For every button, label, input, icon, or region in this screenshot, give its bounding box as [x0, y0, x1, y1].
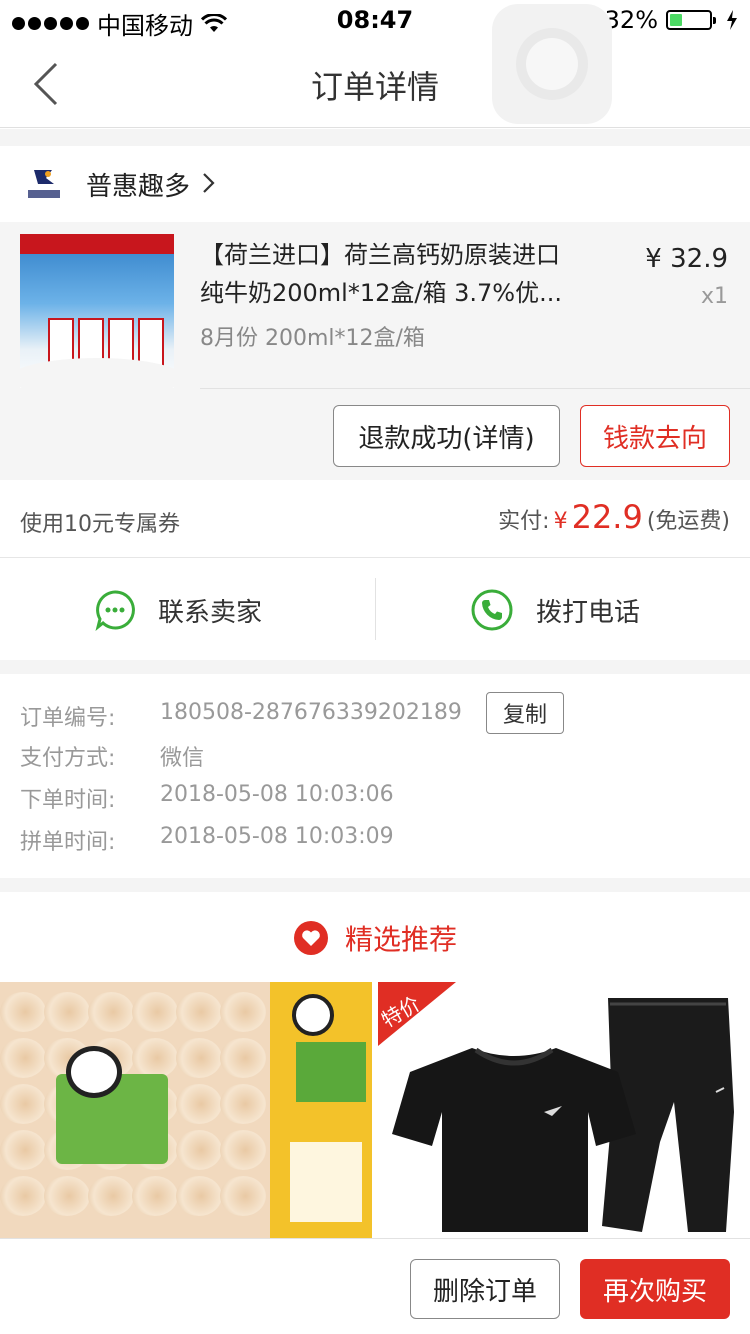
contact-row: 联系卖家 拨打电话	[0, 560, 750, 660]
chat-bubble-icon	[95, 590, 135, 631]
battery-percent: 32%	[604, 6, 658, 34]
buy-again-button[interactable]: 再次购买	[580, 1259, 730, 1319]
delete-order-button[interactable]: 删除订单	[410, 1259, 560, 1319]
recommend-card-tissue[interactable]	[0, 982, 372, 1238]
call-phone-label: 拨打电话	[536, 597, 641, 628]
payment-method-label: 支付方式:	[20, 746, 116, 771]
nav-bar: 订单详情	[0, 40, 750, 128]
coupon-text: 使用10元专属券	[20, 512, 180, 537]
status-bar: 中国移动 08:47 32%	[0, 0, 750, 40]
order-number-row: 订单编号: 180508-287676339202189	[20, 700, 462, 732]
paid-label: 实付:	[498, 509, 550, 534]
paid-amount: 实付: ¥ 22.9 (免运费)	[498, 498, 730, 536]
call-phone-button[interactable]: 拨打电话	[470, 560, 640, 660]
order-time-row: 下单时间: 2018-05-08 10:03:06	[20, 782, 394, 814]
order-time-label: 下单时间:	[20, 788, 116, 813]
recommend-title: 精选推荐	[344, 923, 457, 956]
shipping-note: (免运费)	[646, 509, 730, 534]
product-card: 【荷兰进口】荷兰高钙奶原装进口 纯牛奶200ml*12盒/箱 3.7%优... …	[0, 222, 750, 480]
divider	[375, 578, 376, 640]
product-sku: 8月份 200ml*12盒/箱	[200, 326, 425, 351]
product-title-line1: 【荷兰进口】荷兰高钙奶原装进口	[200, 241, 560, 269]
payment-method-row: 支付方式: 微信	[20, 740, 204, 772]
section-gap	[0, 129, 750, 146]
product-title-line2: 纯牛奶200ml*12盒/箱 3.7%优...	[200, 279, 562, 307]
order-number-label: 订单编号:	[20, 706, 116, 731]
section-gap	[0, 878, 750, 892]
tissue-package	[270, 982, 372, 1238]
assistive-touch-button[interactable]	[492, 4, 612, 124]
page-title: 订单详情	[310, 68, 439, 106]
tshirt-image	[392, 1047, 636, 1232]
refund-detail-button[interactable]: 退款成功(详情)	[333, 405, 560, 467]
currency-symbol: ¥	[553, 509, 568, 534]
battery-icon	[666, 10, 716, 30]
shop-name: 普惠趣多	[86, 172, 191, 202]
bottom-action-bar: 删除订单 再次购买	[0, 1238, 750, 1334]
paid-value: 22.9	[571, 498, 643, 536]
charging-icon	[727, 10, 737, 30]
group-time-row: 拼单时间: 2018-05-08 10:03:09	[20, 824, 394, 856]
recommend-grid: 特价	[0, 982, 750, 1238]
payment-method-value: 微信	[160, 746, 205, 771]
product-price: ¥ 32.9	[645, 244, 728, 274]
order-info: 订单编号: 180508-287676339202189 复制 支付方式: 微信…	[0, 674, 750, 878]
phone-icon	[471, 589, 513, 631]
product-image[interactable]	[20, 234, 174, 388]
contact-seller-button[interactable]: 联系卖家	[94, 560, 262, 660]
recommend-header: 精选推荐	[0, 892, 750, 982]
divider	[200, 388, 750, 389]
heart-icon	[293, 921, 328, 955]
copy-button[interactable]: 复制	[486, 692, 564, 734]
product-title[interactable]: 【荷兰进口】荷兰高钙奶原装进口 纯牛奶200ml*12盒/箱 3.7%优...	[200, 236, 600, 312]
recommend-card-sportswear[interactable]: 特价	[378, 982, 750, 1238]
panda-mascot	[66, 1046, 122, 1098]
group-time-value: 2018-05-08 10:03:09	[160, 824, 394, 849]
payment-row: 使用10元专属券 实付: ¥ 22.9 (免运费)	[0, 482, 750, 558]
section-gap	[0, 660, 750, 674]
contact-seller-label: 联系卖家	[158, 597, 263, 628]
shop-row[interactable]: 普惠趣多	[0, 146, 750, 220]
chevron-right-icon	[203, 173, 215, 193]
money-flow-button[interactable]: 钱款去向	[580, 405, 730, 467]
shop-logo	[28, 170, 60, 198]
group-time-label: 拼单时间:	[20, 830, 116, 855]
product-quantity: x1	[700, 284, 728, 309]
assistive-touch-center	[526, 38, 578, 90]
order-time-value: 2018-05-08 10:03:06	[160, 782, 394, 807]
order-number-value: 180508-287676339202189	[160, 700, 462, 725]
